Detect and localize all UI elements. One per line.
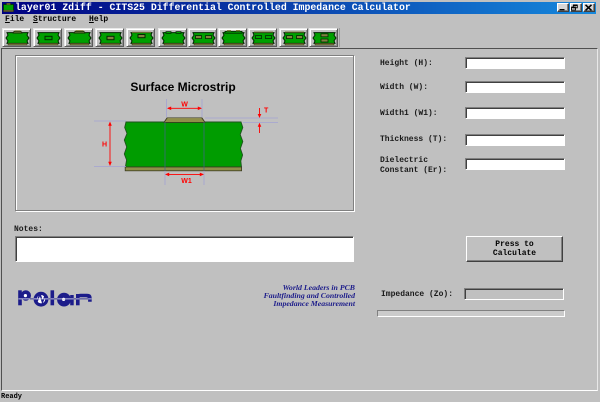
- svg-text:W: W: [181, 102, 188, 109]
- svg-text:H: H: [102, 142, 107, 149]
- svg-text:W1: W1: [181, 178, 192, 185]
- svg-text:T: T: [264, 108, 269, 115]
